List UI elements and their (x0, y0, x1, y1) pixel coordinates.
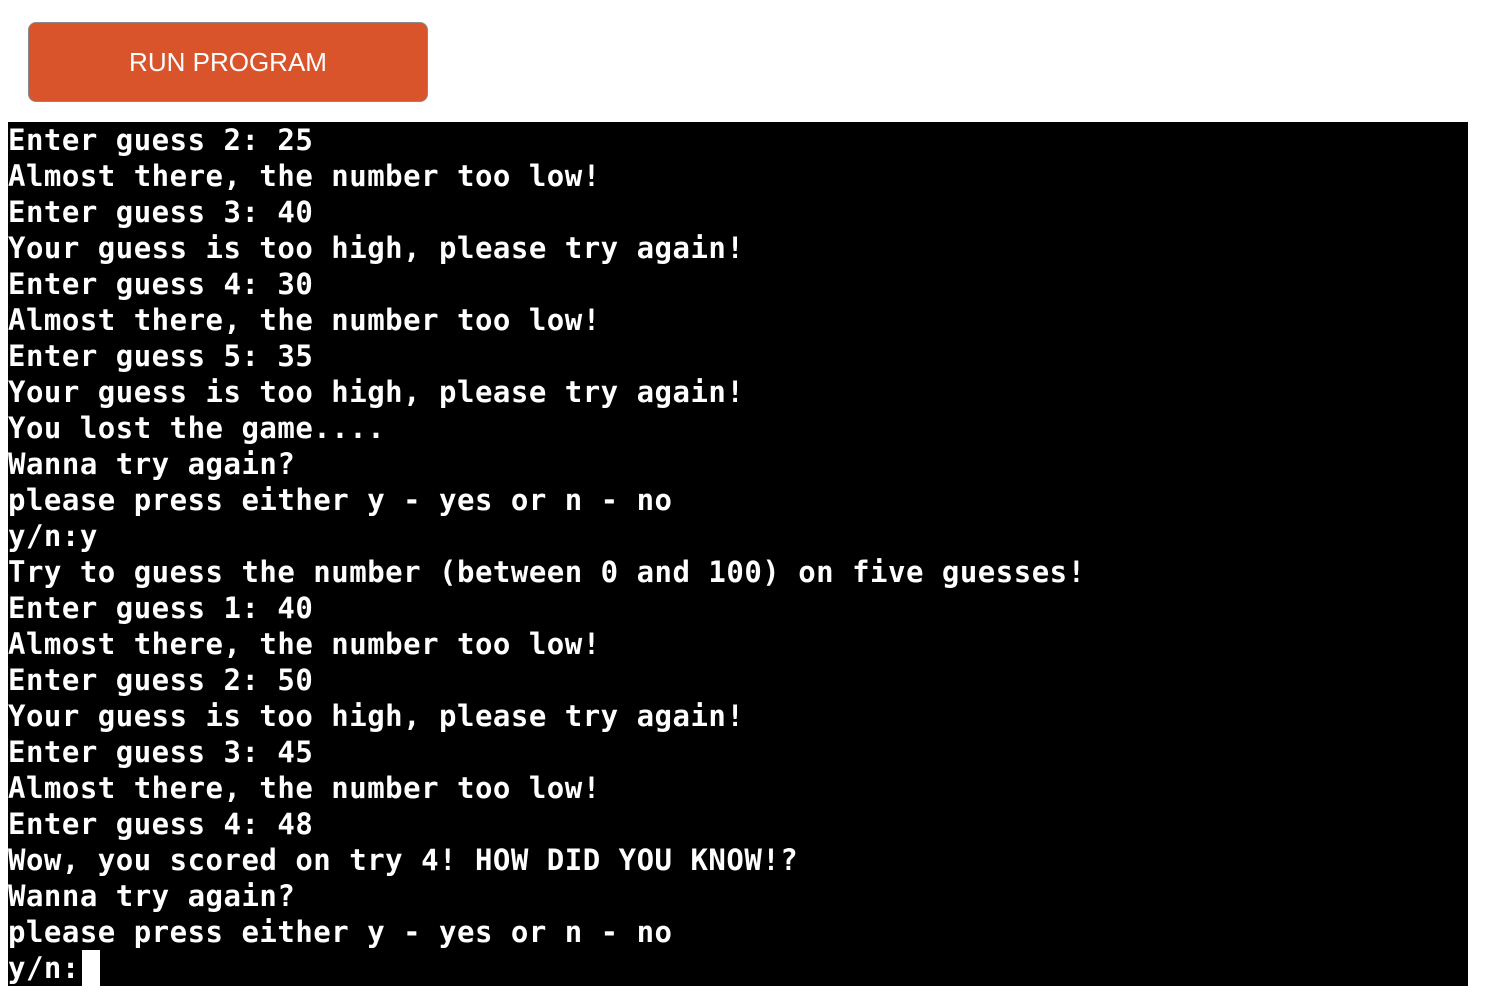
run-program-button[interactable]: RUN PROGRAM (28, 22, 428, 102)
terminal-line: Enter guess 4: 48 (8, 807, 314, 841)
terminal-line: Enter guess 3: 40 (8, 195, 314, 229)
terminal-line: You lost the game.... (8, 411, 386, 445)
terminal-line: Wow, you scored on try 4! HOW DID YOU KN… (8, 843, 799, 877)
terminal-line: Enter guess 1: 40 (8, 591, 314, 625)
terminal-line: Enter guess 2: 25 (8, 123, 314, 157)
terminal-prompt: y/n: (8, 951, 80, 985)
terminal-line: Your guess is too high, please try again… (8, 699, 745, 733)
terminal-line: please press either y - yes or n - no (8, 483, 673, 517)
terminal-cursor (81, 950, 100, 986)
terminal-line: Try to guess the number (between 0 and 1… (8, 555, 1086, 589)
terminal-line: Almost there, the number too low! (8, 627, 601, 661)
terminal-line: Your guess is too high, please try again… (8, 375, 745, 409)
terminal-line: Wanna try again? (8, 447, 296, 481)
terminal-prompt-line[interactable]: y/n: (8, 950, 1468, 986)
terminal-line: Almost there, the number too low! (8, 159, 601, 193)
terminal-line: Wanna try again? (8, 879, 296, 913)
terminal-line: Enter guess 4: 30 (8, 267, 314, 301)
terminal-line: y/n:y (8, 519, 98, 553)
terminal-line: Your guess is too high, please try again… (8, 231, 745, 265)
terminal-line: Enter guess 5: 35 (8, 339, 314, 373)
terminal-line: Almost there, the number too low! (8, 303, 601, 337)
terminal-line: Enter guess 2: 50 (8, 663, 314, 697)
terminal-line: Almost there, the number too low! (8, 771, 601, 805)
terminal-output[interactable]: Enter guess 2: 25 Almost there, the numb… (8, 122, 1468, 986)
terminal-line: Enter guess 3: 45 (8, 735, 314, 769)
terminal-line: please press either y - yes or n - no (8, 915, 673, 949)
